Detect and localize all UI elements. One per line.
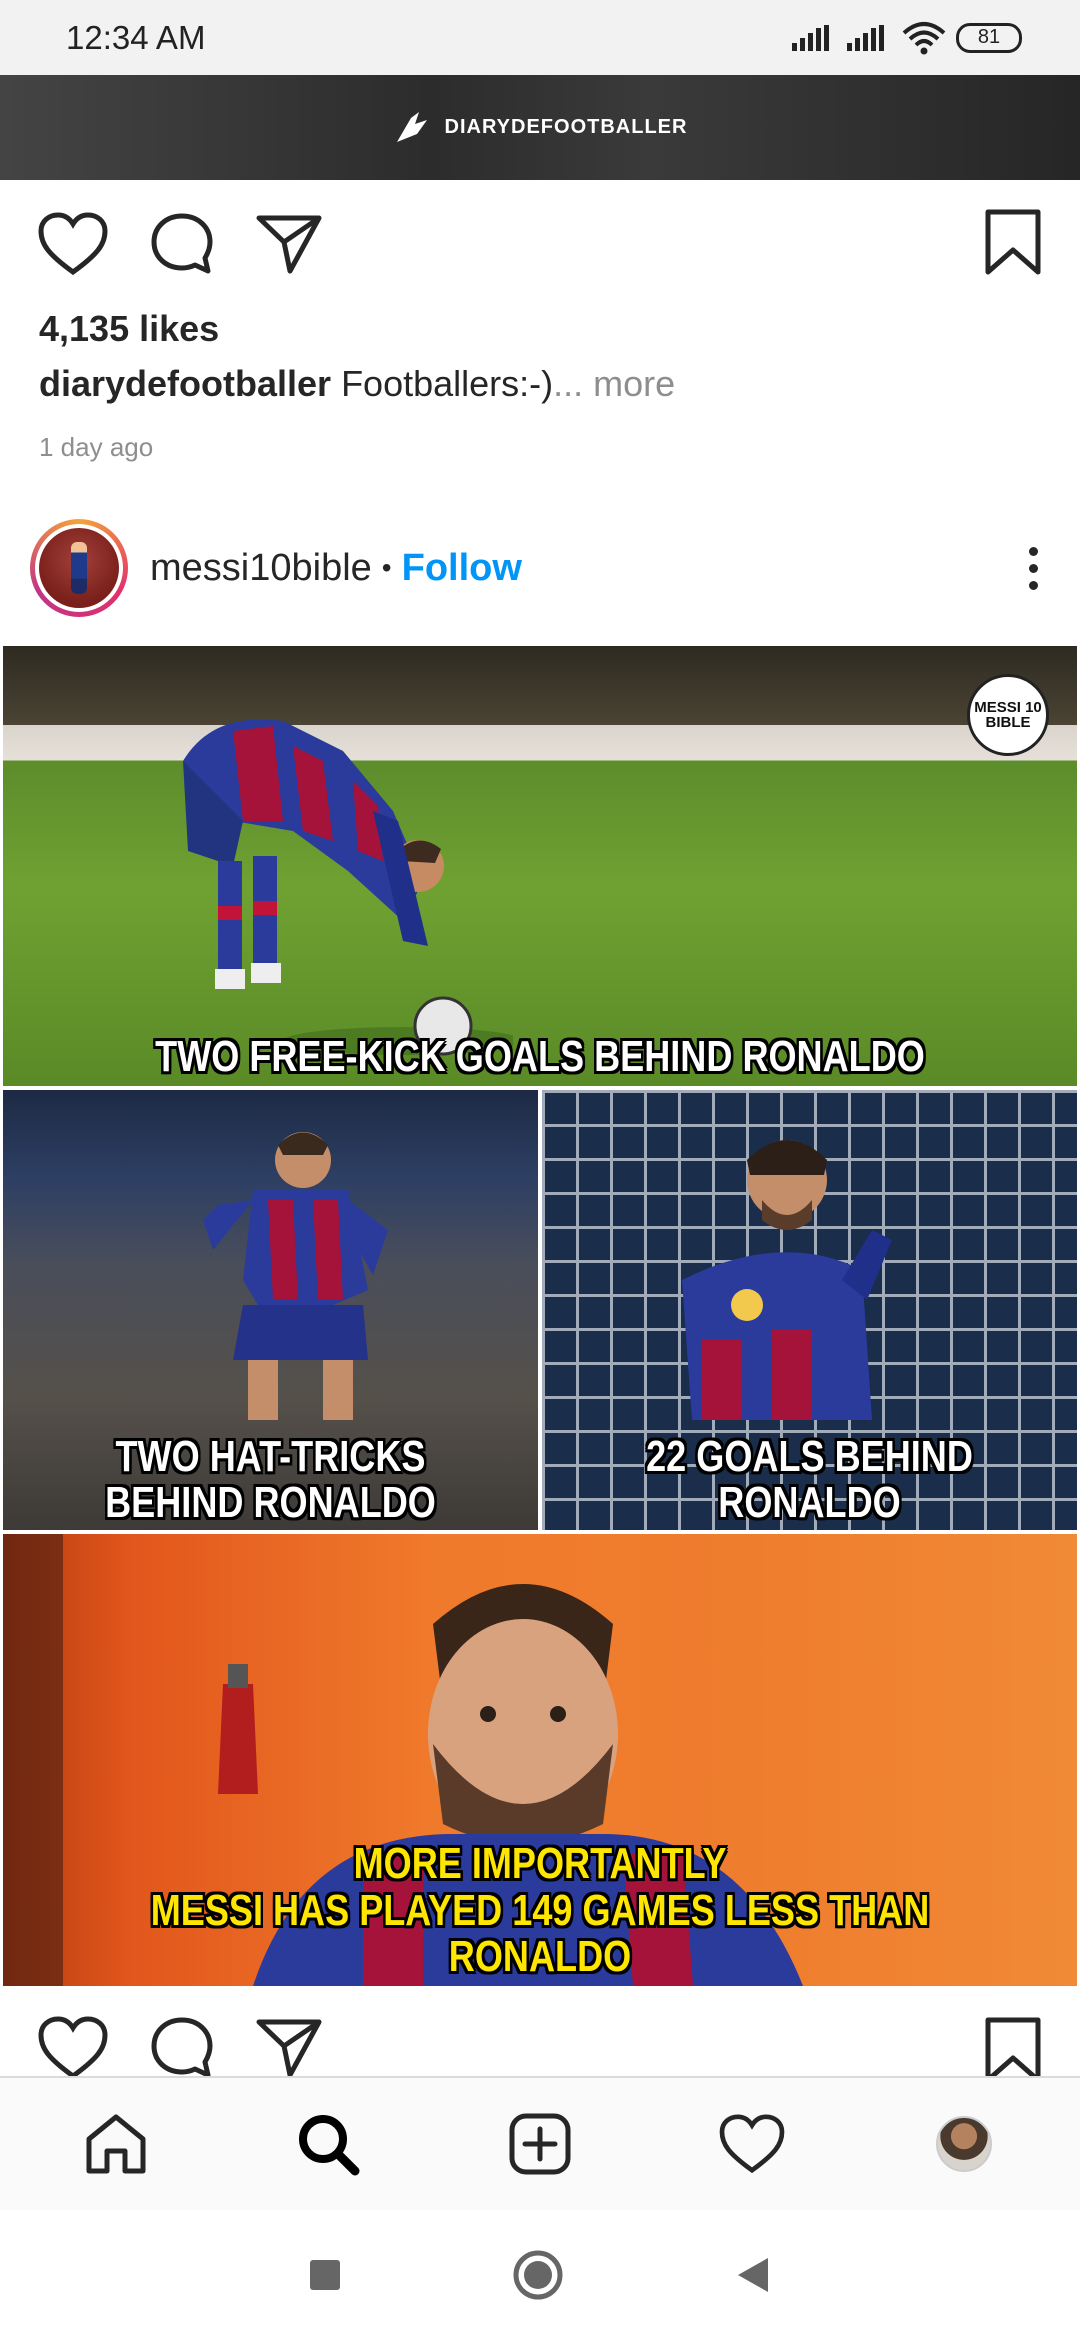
- home-icon: [86, 2114, 146, 2174]
- battery-icon: 81: [956, 22, 1022, 53]
- back-triangle-icon[interactable]: [734, 2255, 772, 2295]
- paper-plane-icon[interactable]: [256, 2018, 322, 2076]
- caption-username[interactable]: diarydefootballer: [39, 363, 331, 404]
- messi-10-bible-logo: MESSI 10 BIBLE: [967, 674, 1049, 756]
- activity-heart-icon: [719, 2114, 785, 2174]
- separator-dot: •: [381, 552, 392, 583]
- post-header: messi10bible • Follow: [0, 516, 1080, 620]
- panel-caption-line: TWO HAT-TRICKS: [115, 1431, 426, 1481]
- panel-caption: TWO HAT-TRICKS BEHIND RONALDO: [51, 1431, 490, 1527]
- caption-text: Footballers:-): [331, 363, 554, 404]
- player-figure: [183, 719, 513, 1056]
- collage-panel-hat-tricks: TWO HAT-TRICKS BEHIND RONALDO: [3, 1090, 538, 1530]
- search-icon: [299, 2115, 360, 2176]
- panel-caption-line: MESSI HAS PLAYED 149 GAMES LESS THAN RON…: [150, 1885, 930, 1981]
- post-actions: [0, 2016, 1080, 2076]
- battery-level: 81: [977, 26, 1001, 48]
- collage-panel-games: MORE IMPORTANTLY MESSI HAS PLAYED 149 GA…: [3, 1534, 1077, 1986]
- more-vertical-icon[interactable]: [1029, 546, 1038, 590]
- brand-name: DIARYDEFOOTBALLER: [444, 116, 688, 138]
- nav-create[interactable]: [495, 2099, 585, 2189]
- status-icons: 81: [792, 21, 1022, 55]
- post-timestamp: 1 day ago: [39, 432, 154, 462]
- profile-avatar: [936, 2116, 992, 2172]
- wifi-icon: [902, 21, 946, 54]
- panel-caption-line: MORE IMPORTANTLY: [353, 1839, 727, 1889]
- comment-icon[interactable]: [150, 2016, 214, 2076]
- brand-logo-icon: [396, 111, 427, 142]
- status-time: 12:34 AM: [66, 18, 206, 56]
- nav-home[interactable]: [71, 2099, 161, 2189]
- post-actions: [0, 204, 1080, 284]
- panel-caption-line: BEHIND RONALDO: [105, 1477, 436, 1527]
- nav-profile[interactable]: [919, 2099, 1009, 2189]
- story-ring[interactable]: [30, 519, 128, 617]
- heart-icon[interactable]: [38, 212, 108, 276]
- status-bar: 12:34 AM 81: [0, 0, 1080, 75]
- brand-watermark: DIARYDEFOOTBALLER: [393, 108, 688, 148]
- bookmark-icon[interactable]: [984, 208, 1042, 276]
- panel-caption: 22 GOALS BEHIND RONALDO: [646, 1431, 973, 1527]
- avatar: [39, 528, 119, 608]
- nav-search[interactable]: [283, 2099, 373, 2189]
- collage-panel-22-goals: 22 GOALS BEHIND RONALDO: [542, 1090, 1077, 1530]
- caption-more-link[interactable]: ... more: [553, 363, 675, 404]
- bottom-navigation: [0, 2076, 1080, 2210]
- panel-caption: MORE IMPORTANTLY MESSI HAS PLAYED 149 GA…: [100, 1841, 981, 1980]
- likes-count[interactable]: 4,135 likes: [39, 308, 219, 350]
- follow-button[interactable]: Follow: [402, 547, 522, 590]
- signal-icon: [792, 24, 829, 51]
- add-post-icon: [509, 2113, 571, 2175]
- nav-activity[interactable]: [707, 2099, 797, 2189]
- bookmark-icon[interactable]: [984, 2016, 1042, 2076]
- post-username[interactable]: messi10bible: [150, 547, 372, 590]
- signal-icon: [847, 24, 884, 51]
- system-navigation: [0, 2210, 1080, 2340]
- previous-post-image[interactable]: DIARYDEFOOTBALLER: [0, 75, 1080, 180]
- panel-caption: TWO FREE-KICK GOALS BEHIND RONALDO: [155, 1031, 925, 1081]
- collage-panel-free-kick: MESSI 10 BIBLE TWO FREE-KICK GOALS BEHIN…: [3, 646, 1077, 1086]
- comment-icon[interactable]: [150, 212, 214, 276]
- paper-plane-icon[interactable]: [256, 214, 322, 274]
- recents-square-icon[interactable]: [308, 2258, 342, 2292]
- home-circle-icon[interactable]: [512, 2249, 564, 2301]
- post-caption: diarydefootballer Footballers:-)... more: [39, 363, 675, 405]
- post-image[interactable]: MESSI 10 BIBLE TWO FREE-KICK GOALS BEHIN…: [3, 646, 1077, 1986]
- heart-icon[interactable]: [38, 2016, 108, 2076]
